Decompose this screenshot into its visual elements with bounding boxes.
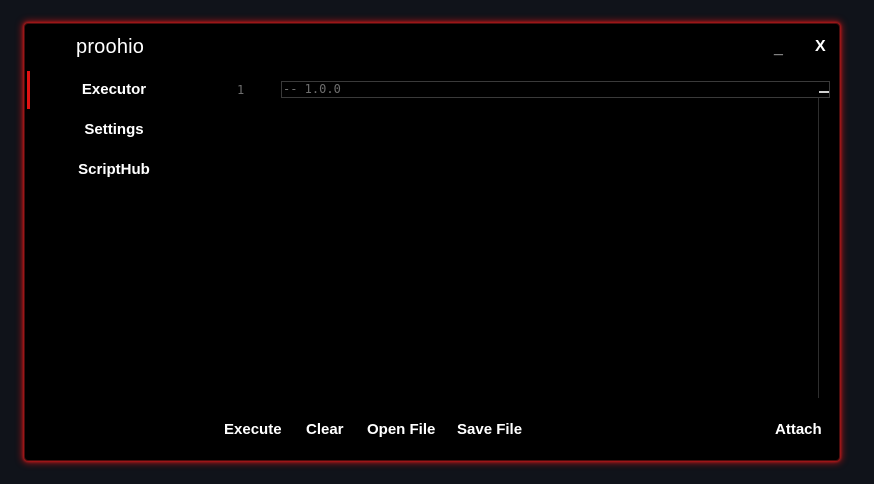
editor-scrollbar-track[interactable] xyxy=(818,98,819,398)
open-file-button[interactable]: Open File xyxy=(367,421,435,438)
clear-button[interactable]: Clear xyxy=(306,421,344,438)
save-file-button[interactable]: Save File xyxy=(457,421,522,438)
sidebar-item-label: ScriptHub xyxy=(78,161,150,178)
close-button[interactable]: X xyxy=(815,38,826,56)
sidebar-item-label: Settings xyxy=(84,121,144,138)
sidebar-item-scripthub[interactable]: ScriptHub xyxy=(29,152,199,188)
editor-line-number: 1 xyxy=(237,83,245,97)
sidebar-item-label: Executor xyxy=(81,81,147,98)
sidebar-item-settings[interactable]: Settings xyxy=(29,112,199,148)
editor-scrollbar-thumb[interactable] xyxy=(819,91,829,93)
code-editor[interactable]: -- 1.0.0 xyxy=(281,81,830,98)
minimize-button[interactable]: _ xyxy=(774,40,783,58)
executor-window: proohio _ X Executor Settings ScriptHub … xyxy=(24,23,840,461)
sidebar-item-executor[interactable]: Executor xyxy=(29,72,199,108)
app-title: proohio xyxy=(76,36,145,58)
attach-button[interactable]: Attach xyxy=(775,421,822,438)
execute-button[interactable]: Execute xyxy=(224,421,282,438)
